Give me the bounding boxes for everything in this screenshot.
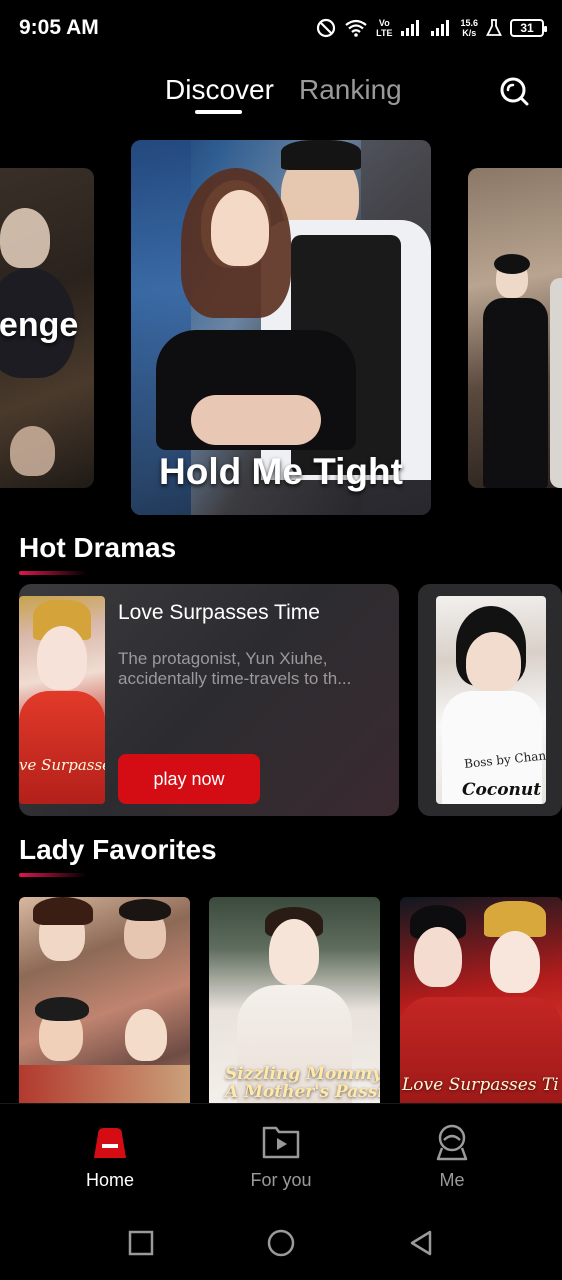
nav-me[interactable]: Me: [392, 1122, 512, 1191]
fav2-poster-text: Sizzling Mommy: A Mother's Passion: [225, 1065, 380, 1101]
tab-discover[interactable]: Discover: [165, 74, 274, 106]
section-underline: [19, 571, 87, 575]
fav3-poster-text: Love Surpasses Ti: [402, 1075, 559, 1095]
signal-icon: [400, 19, 422, 37]
hot-drama-card[interactable]: ve Surpasses Time Love Surpasses Time Th…: [19, 584, 399, 816]
net-speed-value: 15.6: [460, 18, 478, 28]
bottom-nav: Home For you Me: [0, 1103, 562, 1203]
banner-left[interactable]: venge: [0, 168, 94, 488]
section-underline: [19, 873, 87, 877]
banner-center-title: Hold Me Tight: [159, 451, 403, 492]
hot-drama-poster[interactable]: Boss by Chance Coconut: [436, 596, 546, 804]
wifi-icon: [344, 18, 368, 38]
volte-bottom: LTE: [376, 28, 393, 38]
banner-left-title: venge: [0, 306, 79, 344]
back-triangle-icon: [406, 1230, 436, 1262]
nav-home-label: Home: [85, 1170, 134, 1190]
hot-drama-description: The protagonist, Yun Xiuhe, accidentally…: [118, 649, 352, 688]
status-time: 9:05 AM: [19, 16, 99, 39]
section-title-lady-favorites: Lady Favorites: [19, 834, 217, 865]
net-speed-unit: K/s: [462, 28, 477, 38]
play-now-button[interactable]: play now: [118, 754, 260, 804]
active-tab-indicator: [195, 110, 242, 114]
lady-favorite-poster[interactable]: Love Surpasses Ti: [400, 897, 562, 1103]
home-icon: [90, 1122, 130, 1162]
system-nav-bar: [0, 1203, 562, 1280]
top-nav: Discover Ranking: [0, 58, 562, 128]
recent-apps-button[interactable]: [126, 1228, 156, 1258]
volte-indicator: Vo LTE: [376, 18, 392, 38]
fav2-text-line1: Sizzling Mommy:: [225, 1064, 380, 1084]
recent-apps-icon: [126, 1230, 156, 1262]
lady-favorite-poster[interactable]: Sizzling Mommy: A Mother's Passion: [209, 897, 380, 1103]
hot-drama-poster[interactable]: ve Surpasses Time: [19, 596, 105, 804]
home-circle-icon: [266, 1229, 296, 1262]
profile-icon: [432, 1122, 472, 1162]
battery-icon: 31: [510, 19, 547, 37]
search-button[interactable]: [497, 74, 531, 108]
search-icon: [497, 77, 531, 112]
fav2-text-line2: A Mother's Passion: [225, 1082, 380, 1102]
hot-poster-text: ve Surpasses Time: [19, 756, 105, 774]
dnd-icon: [316, 18, 336, 38]
back-button[interactable]: [406, 1228, 436, 1258]
net-speed: 15.6 K/s: [460, 18, 478, 38]
nav-me-label: Me: [439, 1170, 465, 1190]
hot2-poster-text-2: Coconut: [462, 780, 542, 800]
tab-ranking[interactable]: Ranking: [299, 74, 402, 106]
hot-drama-title[interactable]: Love Surpasses Time: [118, 601, 320, 625]
nav-for-you-label: For you: [250, 1170, 312, 1190]
lab-icon: [486, 19, 502, 37]
status-icons: Vo LTE 15.6 K/s 31: [316, 14, 547, 42]
lady-favorite-poster[interactable]: [19, 897, 190, 1103]
nav-for-you[interactable]: For you: [221, 1122, 341, 1191]
signal-icon-2: [430, 19, 452, 37]
play-folder-icon: [261, 1122, 301, 1162]
status-bar: 9:05 AM Vo LTE 15.6 K/s 31: [0, 0, 562, 58]
nav-home[interactable]: Home: [50, 1122, 170, 1191]
banner-right[interactable]: [468, 168, 562, 488]
volte-top: Vo: [378, 18, 390, 28]
hot-drama-card[interactable]: Boss by Chance Coconut: [418, 584, 562, 816]
section-title-hot-dramas: Hot Dramas: [19, 532, 177, 563]
home-button[interactable]: [266, 1228, 296, 1258]
banner-hold-me-tight[interactable]: Hold Me Tight: [131, 140, 431, 515]
